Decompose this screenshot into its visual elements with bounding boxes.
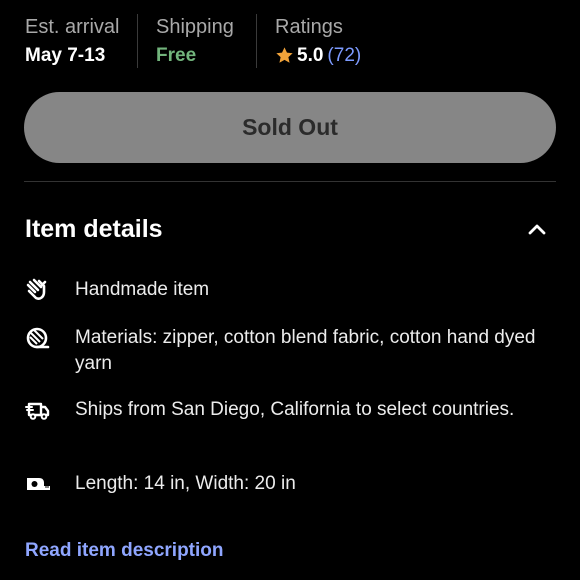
rating-value: 5.0 [297,45,324,66]
delivery-info-strip: Est. arrival May 7-13 Shipping Free Rati… [25,14,555,70]
arrival-column: Est. arrival May 7-13 [25,14,137,69]
arrival-label: Est. arrival [25,16,120,38]
ratings-column[interactable]: Ratings 5.0 (72) [275,14,361,69]
item-details-heading[interactable]: Item details [25,212,163,246]
shipping-label: Shipping [156,16,234,38]
truck-icon [25,402,50,420]
shipping-column: Shipping Free [156,14,256,69]
detail-text: Length: 14 in, Width: 20 in [75,473,296,494]
sold-out-button[interactable]: Sold Out [24,92,556,163]
hand-icon [26,278,47,300]
detail-text: Handmade item [75,279,210,300]
read-item-description-link[interactable]: Read item description [25,538,224,564]
column-divider [137,14,138,68]
detail-item-dimensions: Length: 14 in, Width: 20 in [25,471,555,497]
tape-measure-icon [27,478,50,490]
detail-text: Materials: zipper, cotton blend fabric, … [75,327,536,374]
rating-summary[interactable]: 5.0 (72) [275,43,361,69]
chevron-up-icon[interactable] [524,218,550,240]
detail-text: Ships from San Diego, California to sele… [75,399,515,420]
shipping-value: Free [156,45,197,66]
detail-item-handmade: Handmade item [25,277,555,303]
detail-item-shipping-origin: Ships from San Diego, California to sele… [25,397,555,423]
section-divider [24,181,556,182]
detail-item-materials: Materials: zipper, cotton blend fabric, … [25,325,555,377]
ratings-label: Ratings [275,16,343,38]
arrival-value: May 7-13 [25,45,106,66]
yarn-icon [26,327,50,349]
column-divider [256,14,257,68]
star-icon [276,47,293,63]
rating-count[interactable]: (72) [327,43,361,69]
